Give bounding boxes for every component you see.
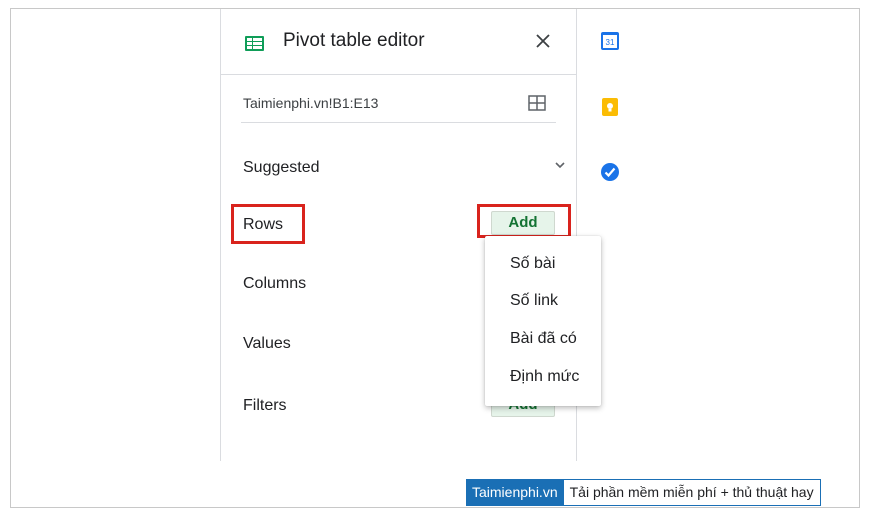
- dropdown-item[interactable]: Số link: [510, 292, 558, 310]
- panel-title: Pivot table editor: [283, 30, 425, 51]
- dropdown-item[interactable]: Bài đã có: [510, 330, 577, 348]
- watermark-footer: Taimienphi.vn Tải phần mềm miễn phí + th…: [466, 479, 821, 506]
- columns-label: Columns: [243, 275, 307, 292]
- footer-slogan: Tải phần mềm miễn phí + thủ thuật hay: [563, 479, 821, 506]
- rows-highlight-box: [231, 204, 305, 244]
- calendar-icon[interactable]: 31: [600, 31, 620, 51]
- panel-header: Pivot table editor: [221, 9, 576, 75]
- tasks-icon[interactable]: [600, 162, 620, 182]
- range-underline: [241, 122, 556, 123]
- suggested-label[interactable]: Suggested: [243, 159, 320, 177]
- dropdown-item[interactable]: Định mức: [510, 368, 579, 386]
- calendar-day: 31: [606, 38, 615, 47]
- sheets-icon: [245, 36, 264, 51]
- keep-icon[interactable]: [600, 97, 620, 117]
- close-icon[interactable]: [533, 31, 553, 51]
- add-highlight-box: [477, 204, 571, 238]
- field-dropdown-menu: Số bài Số link Bài đã có Định mức: [485, 236, 601, 406]
- footer-brand: Taimienphi.vn: [466, 479, 564, 506]
- select-range-icon[interactable]: [528, 95, 546, 111]
- dropdown-item[interactable]: Số bài: [510, 255, 555, 273]
- data-range-field[interactable]: Taimienphi.vn!B1:E13: [243, 95, 378, 111]
- chevron-down-icon[interactable]: [554, 160, 566, 170]
- values-label: Values: [243, 335, 291, 352]
- filters-label: Filters: [243, 397, 287, 414]
